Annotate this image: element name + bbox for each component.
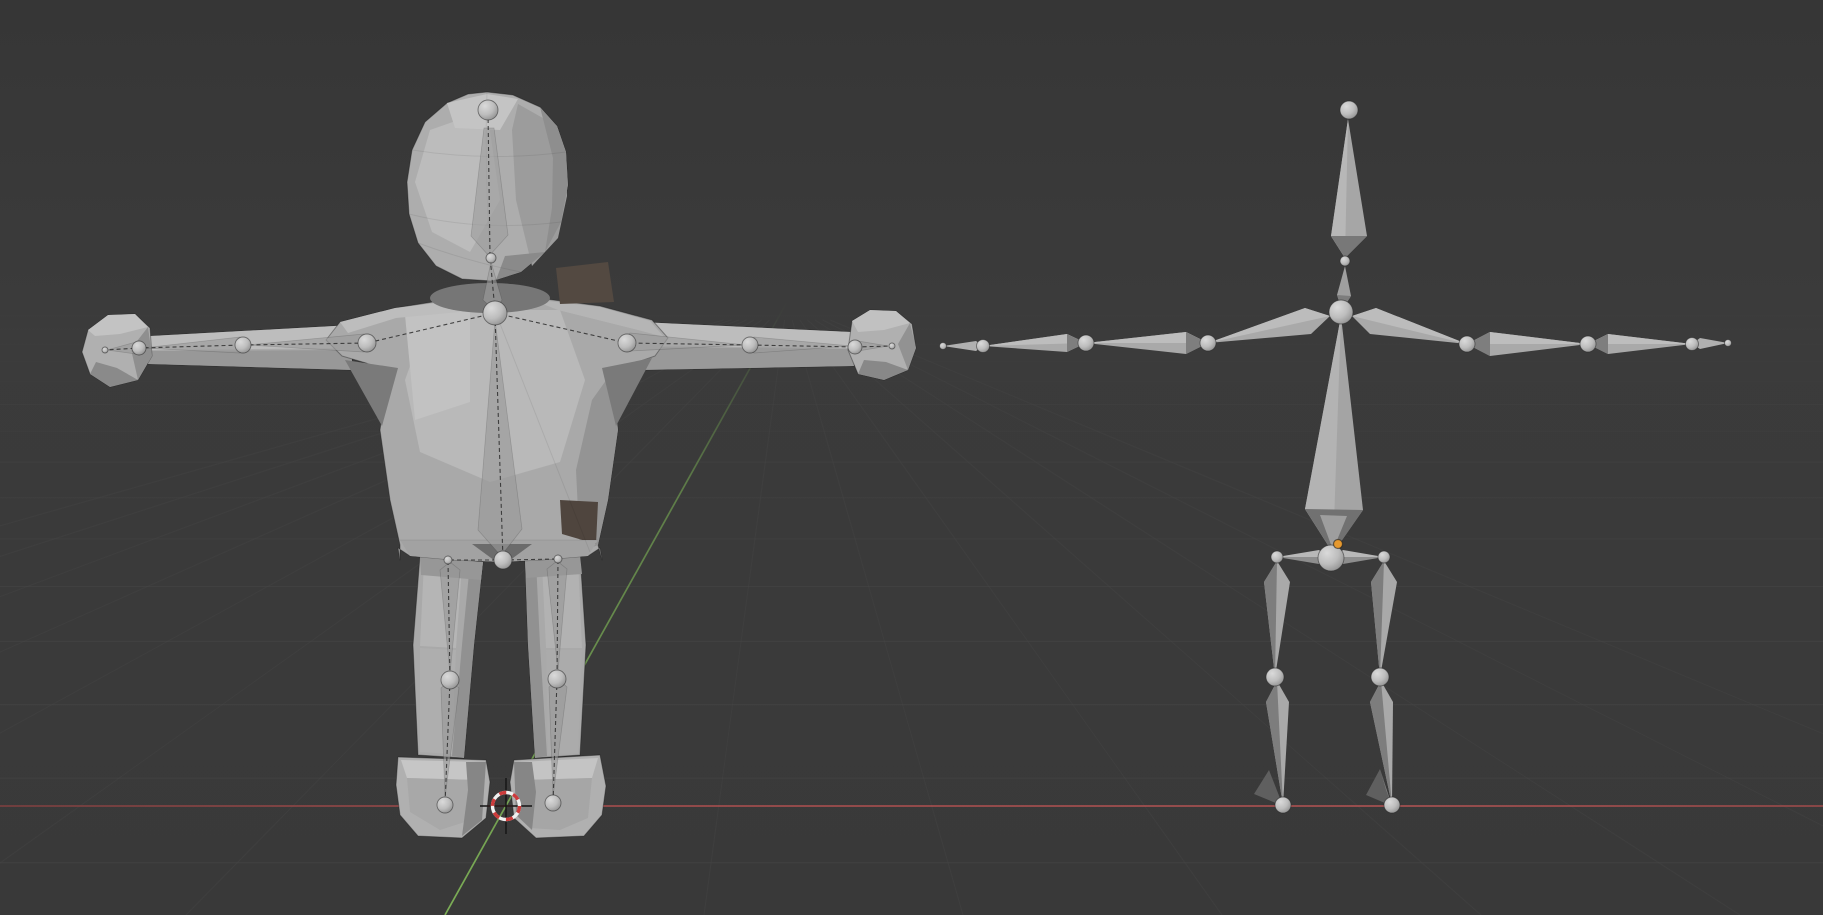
object-origin-dot xyxy=(1334,540,1343,549)
viewport-3d[interactable] xyxy=(0,0,1823,915)
viewport-canvas xyxy=(0,0,1823,915)
